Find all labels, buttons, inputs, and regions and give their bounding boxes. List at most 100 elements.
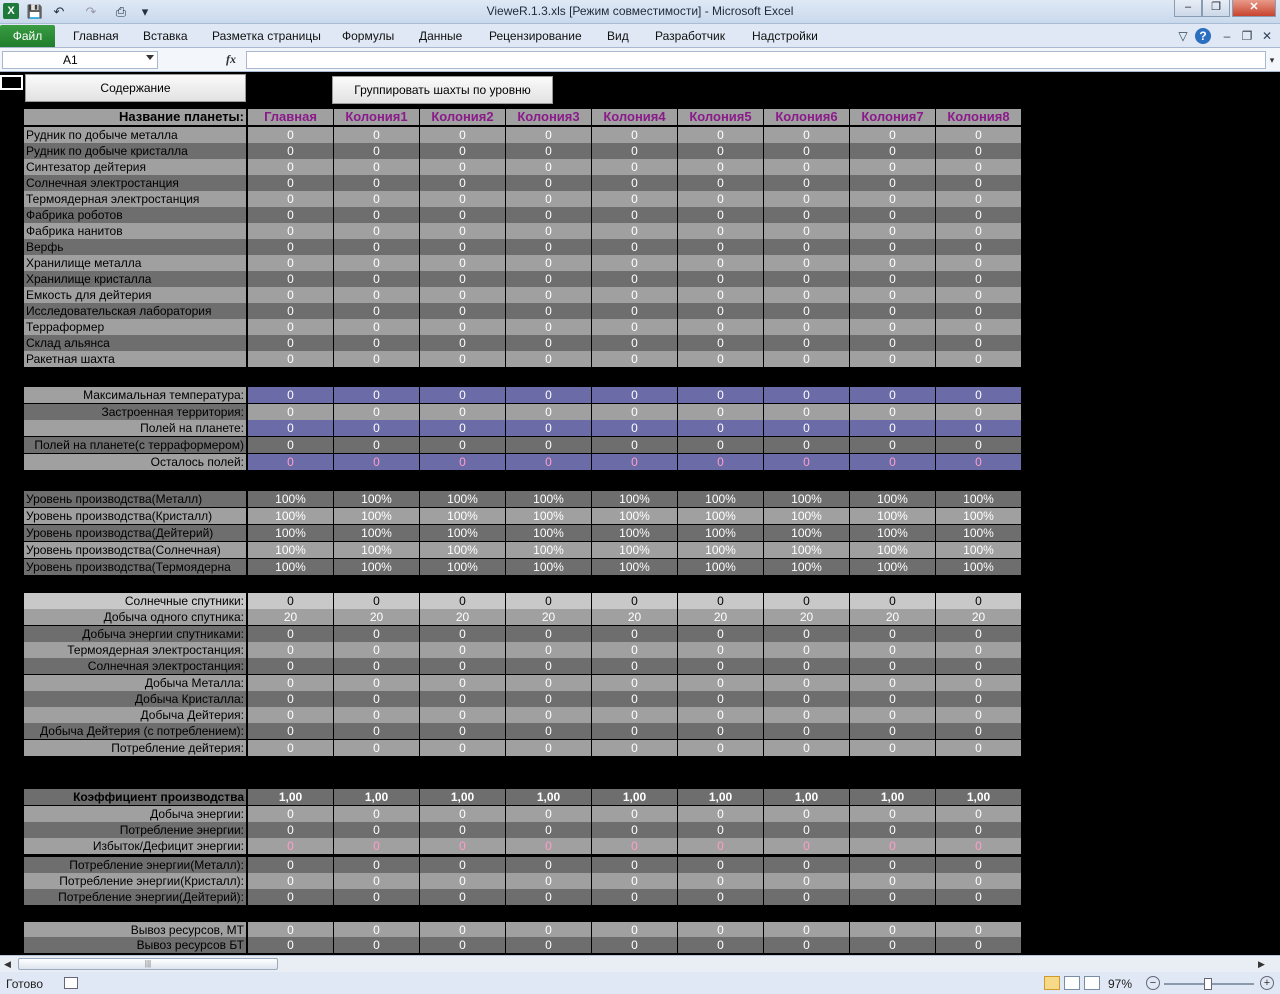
cell[interactable]: 100% [420,508,505,524]
cell[interactable]: 0 [420,387,505,403]
cell[interactable]: 0 [506,223,591,239]
cell[interactable]: 0 [334,191,419,207]
cell[interactable]: 0 [592,404,677,420]
cell[interactable]: 0 [420,437,505,453]
cell[interactable]: 0 [334,255,419,271]
cell[interactable]: 0 [764,351,849,367]
cell[interactable]: 0 [248,723,333,739]
cell[interactable]: 0 [678,143,763,159]
row-label[interactable]: Потребление энергии: [24,822,246,838]
cell[interactable]: 0 [936,838,1021,854]
cell[interactable]: 0 [248,271,333,287]
cell[interactable]: 0 [506,191,591,207]
cell[interactable]: 0 [506,889,591,905]
cell[interactable]: 0 [506,707,591,723]
cell[interactable]: 0 [248,351,333,367]
cell[interactable]: 0 [764,626,849,642]
cell[interactable]: 0 [678,691,763,707]
cell[interactable]: Колония6 [764,109,849,125]
tab-file[interactable]: Файл [0,25,55,47]
cell[interactable]: 0 [850,691,935,707]
cell[interactable]: 0 [850,191,935,207]
cell[interactable]: 0 [248,873,333,889]
zoom-in-button[interactable]: + [1260,976,1274,990]
cell[interactable]: 0 [334,626,419,642]
cell[interactable]: 0 [334,675,419,691]
cell[interactable]: 0 [850,255,935,271]
row-label[interactable]: Добыча Кристалла: [24,691,246,707]
cell[interactable]: 0 [678,351,763,367]
cell[interactable]: 0 [678,159,763,175]
cell[interactable]: 0 [420,691,505,707]
cell[interactable]: 0 [506,691,591,707]
cell[interactable]: 1,00 [334,789,419,805]
cell[interactable]: 0 [420,191,505,207]
cell[interactable]: 0 [764,404,849,420]
row-label[interactable]: Добыча энергии: [24,806,246,822]
cell[interactable]: 0 [420,658,505,674]
row-label[interactable]: Название планеты: [24,109,246,125]
cell[interactable]: 0 [248,319,333,335]
cell[interactable]: 0 [850,420,935,436]
cell[interactable]: 0 [248,806,333,822]
cell[interactable]: 0 [420,937,505,953]
cell[interactable]: 100% [420,491,505,507]
cell[interactable]: 0 [334,303,419,319]
cell[interactable]: 0 [678,937,763,953]
cell[interactable]: 20 [936,609,1021,625]
cell[interactable]: 0 [936,454,1021,470]
cell[interactable]: 0 [764,175,849,191]
cell[interactable]: 0 [592,658,677,674]
cell[interactable]: 0 [678,740,763,756]
horizontal-scrollbar[interactable]: ◀ ||| ▶ [0,955,1280,972]
cell[interactable]: 0 [334,271,419,287]
cell[interactable]: 0 [936,223,1021,239]
cell[interactable]: 100% [936,525,1021,541]
cell[interactable]: 0 [420,143,505,159]
cell[interactable]: 0 [334,387,419,403]
cell[interactable]: 0 [334,806,419,822]
cell[interactable]: 0 [678,404,763,420]
cell[interactable]: 0 [506,658,591,674]
row-label[interactable]: Термоядерная электростанция: [24,642,246,658]
scroll-thumb[interactable]: ||| [18,958,278,970]
tab-home[interactable]: Главная [73,29,119,43]
cell[interactable]: 0 [850,351,935,367]
cell[interactable]: 1,00 [592,789,677,805]
cell[interactable]: 100% [936,542,1021,558]
cell[interactable]: 0 [506,143,591,159]
cell[interactable]: 0 [678,675,763,691]
scroll-left-icon[interactable]: ◀ [4,959,11,970]
cell[interactable]: 0 [936,658,1021,674]
cell[interactable]: 0 [850,937,935,953]
cell[interactable]: 0 [420,626,505,642]
cell[interactable]: 100% [764,508,849,524]
cell[interactable]: 0 [420,255,505,271]
row-label[interactable]: Потребление энергии(Дейтерий): [24,889,246,905]
cell[interactable]: 0 [420,723,505,739]
cell[interactable]: 0 [334,922,419,938]
cell[interactable]: 0 [936,889,1021,905]
cell[interactable]: 0 [764,707,849,723]
cell[interactable]: 0 [936,351,1021,367]
cell[interactable]: 0 [334,838,419,854]
row-label[interactable]: Осталось полей: [24,454,246,470]
cell[interactable]: 0 [764,420,849,436]
cell[interactable]: 0 [334,593,419,609]
cell[interactable]: 100% [248,559,333,575]
cell[interactable]: 0 [850,437,935,453]
row-label[interactable]: Уровень производства(Кристалл) [24,508,246,524]
cell[interactable]: 0 [248,658,333,674]
help-icon[interactable]: ? [1195,28,1211,44]
cell[interactable]: 0 [850,319,935,335]
cell[interactable]: 0 [850,838,935,854]
cell[interactable]: 0 [506,303,591,319]
row-label[interactable]: Термоядерная электростанция [24,191,246,207]
cell[interactable]: 100% [850,542,935,558]
cell[interactable]: 0 [936,159,1021,175]
row-label[interactable]: Исследовательская лаборатория [24,303,246,319]
cell[interactable]: 0 [764,922,849,938]
cell[interactable]: 0 [764,873,849,889]
tab-developer[interactable]: Разработчик [655,29,725,43]
cell[interactable]: 0 [850,707,935,723]
